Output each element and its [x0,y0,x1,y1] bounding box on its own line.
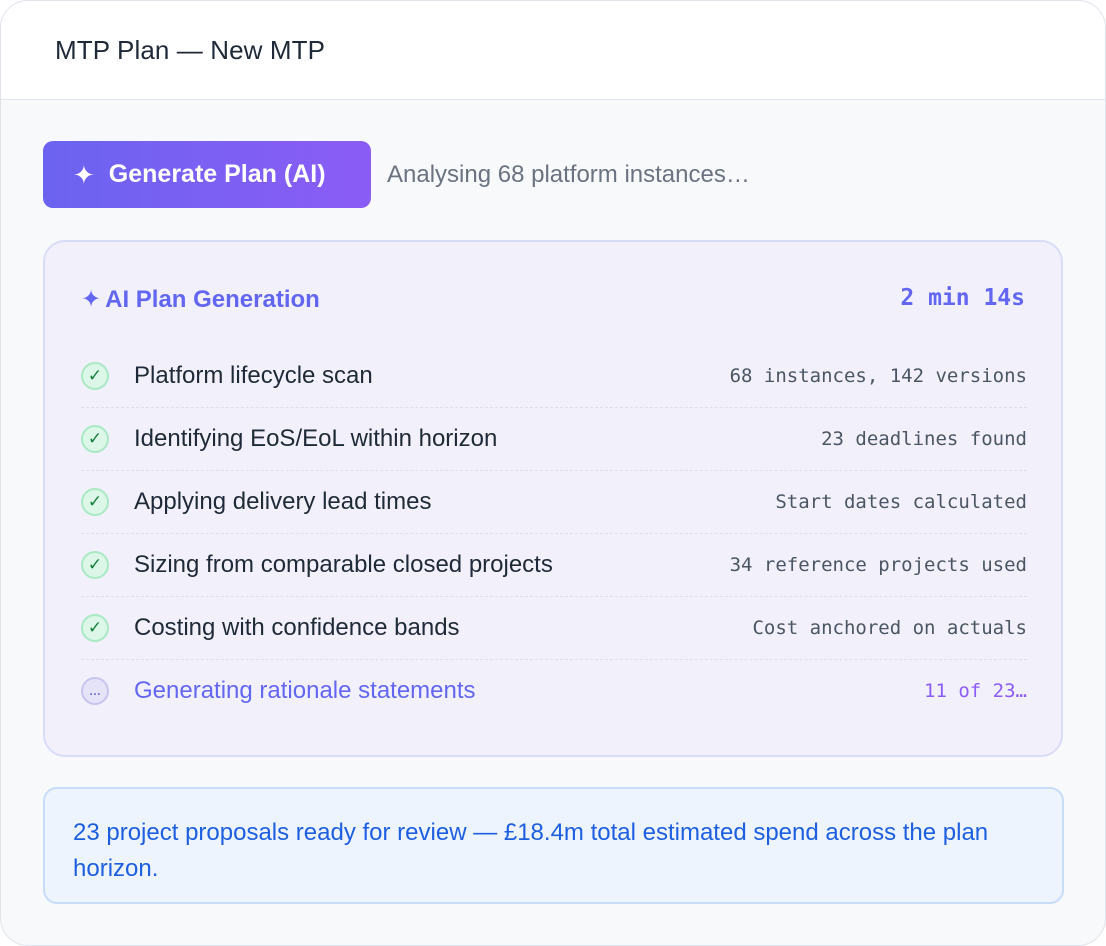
step-item: ✓ Identifying EoS/EoL within horizon 23 … [81,408,1027,471]
check-icon: ✓ [81,614,109,642]
page-title: MTP Plan — New MTP [55,35,326,65]
step-detail: 34 reference projects used [729,554,1027,576]
step-item-in-progress: … Generating rationale statements 11 of … [81,660,1027,722]
step-label: Sizing from comparable closed projects [134,551,553,578]
step-item: ✓ Sizing from comparable closed projects… [81,534,1027,597]
step-label: Identifying EoS/EoL within horizon [134,425,498,452]
step-item: ✓ Platform lifecycle scan 68 instances, … [81,345,1027,408]
step-detail: 11 of 23… [924,680,1027,702]
result-summary-box: 23 project proposals ready for review — … [43,787,1064,904]
check-icon: ✓ [81,362,109,390]
step-detail: 23 deadlines found [821,428,1027,450]
check-icon: ✓ [81,425,109,453]
elapsed-time: 2 min 14s [900,285,1025,311]
generate-plan-button[interactable]: ✦ Generate Plan (AI) [43,141,371,208]
result-summary-text: 23 project proposals ready for review — … [73,819,989,882]
check-icon: ✓ [81,488,109,516]
panel-title-text: AI Plan Generation [105,286,320,313]
step-label: Costing with confidence bands [134,614,460,641]
step-label: Applying delivery lead times [134,488,432,515]
mtp-plan-window: MTP Plan — New MTP ✦ Generate Plan (AI) … [0,0,1106,946]
ellipsis-icon: … [81,677,109,705]
step-detail: 68 instances, 142 versions [729,365,1027,387]
step-detail: Cost anchored on actuals [752,617,1027,639]
sparkle-icon: ✦ [73,159,95,190]
analysis-status-text: Analysing 68 platform instances… [387,161,750,188]
ai-plan-generation-panel: ✦ AI Plan Generation 2 min 14s ✓ Platform… [43,240,1063,757]
header-bar: MTP Plan — New MTP [1,1,1105,100]
step-label: Generating rationale statements [134,677,476,704]
panel-title: ✦ AI Plan Generation [81,285,320,314]
sparkle-icon: ✦ [81,286,102,313]
step-label: Platform lifecycle scan [134,362,373,389]
generate-plan-button-label: Generate Plan (AI) [108,160,326,188]
check-icon: ✓ [81,551,109,579]
step-item: ✓ Applying delivery lead times Start dat… [81,471,1027,534]
step-item: ✓ Costing with confidence bands Cost anc… [81,597,1027,660]
step-detail: Start dates calculated [775,491,1027,513]
generation-steps-list: ✓ Platform lifecycle scan 68 instances, … [81,345,1027,722]
